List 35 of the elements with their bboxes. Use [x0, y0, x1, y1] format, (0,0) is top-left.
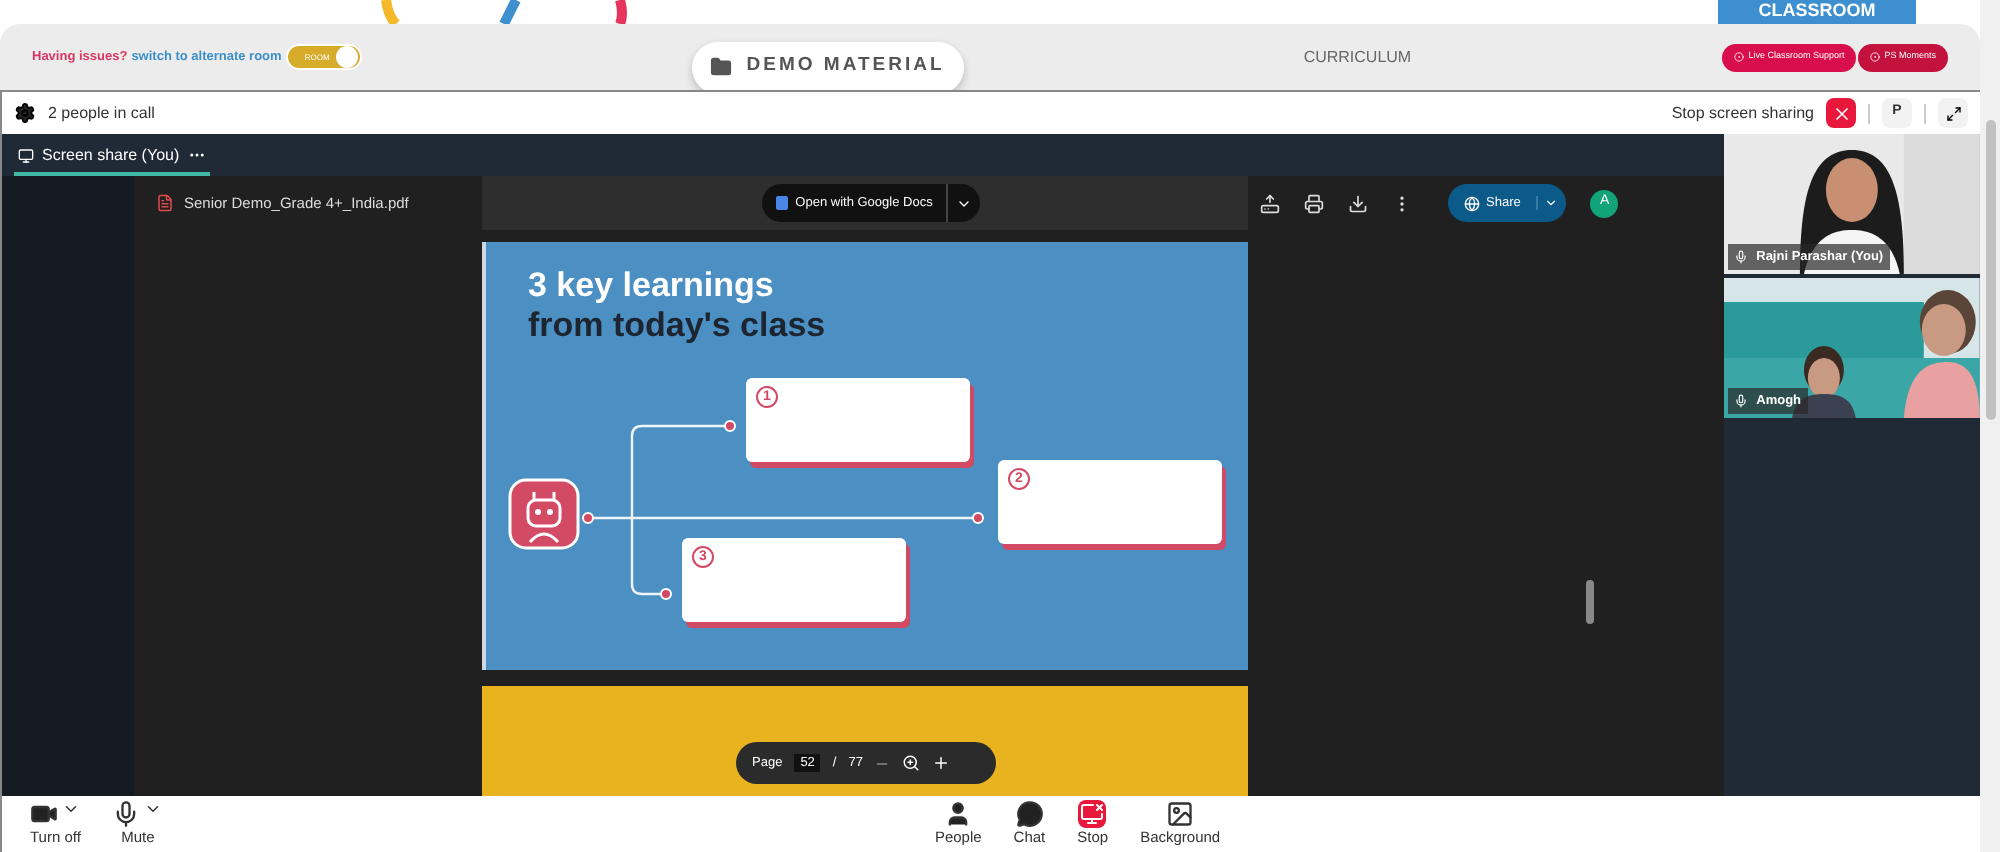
curriculum-link[interactable]: CURRICULUM — [1303, 45, 1412, 69]
background-icon — [1166, 800, 1195, 828]
demo-material-button[interactable]: DEMO MATERIAL — [691, 41, 964, 93]
download-icon[interactable] — [1348, 193, 1368, 213]
close-icon — [1831, 103, 1851, 123]
print-icon[interactable] — [1304, 193, 1324, 213]
scrollbar-thumb[interactable] — [1586, 580, 1594, 624]
pdf-icon — [156, 194, 174, 212]
people-count: 2 people in call — [48, 101, 155, 125]
zoom-icon[interactable] — [902, 754, 921, 772]
circle-icon — [1870, 52, 1881, 62]
microphone-icon — [1734, 394, 1749, 408]
microphone-icon — [1734, 250, 1749, 264]
slide-subtitle: from today's class — [528, 306, 826, 346]
chat-icon — [1015, 800, 1044, 828]
slide-title: 3 key learnings — [528, 266, 774, 306]
globe-icon — [1464, 195, 1480, 211]
caret-icon — [144, 800, 163, 818]
zoom-in-icon[interactable] — [932, 754, 951, 772]
settings-icon[interactable] — [14, 102, 36, 124]
folder-icon — [710, 56, 733, 78]
fullscreen-button[interactable] — [1938, 98, 1968, 128]
robot-icon — [508, 478, 580, 550]
microphone-icon — [112, 800, 141, 828]
caret-icon — [1544, 196, 1559, 210]
caret-icon — [62, 800, 81, 818]
screen-icon — [18, 147, 34, 163]
circle-icon — [1734, 52, 1745, 62]
stop-sharing-button[interactable] — [1826, 98, 1856, 128]
person-icon — [944, 800, 973, 828]
expand-icon — [1945, 105, 1961, 121]
camera-icon — [30, 800, 59, 828]
drive-upload-icon[interactable] — [1260, 193, 1280, 213]
docs-icon — [775, 196, 788, 210]
stop-sharing-label: Stop screen sharing — [1671, 101, 1814, 125]
